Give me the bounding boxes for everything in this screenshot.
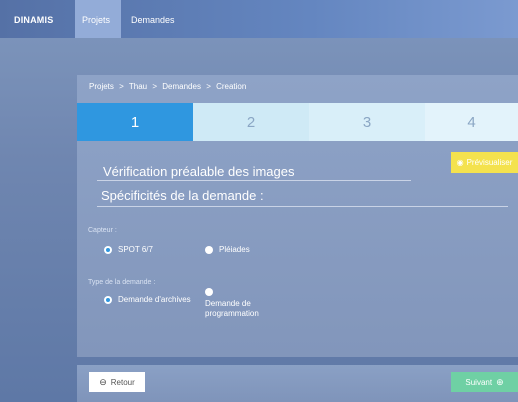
- step-3[interactable]: 3: [309, 103, 425, 141]
- creation-panel: Projets > Thau > Demandes > Creation 1 2…: [77, 75, 518, 357]
- breadcrumb-thau[interactable]: Thau: [129, 82, 147, 91]
- arrow-right-circle-icon: ⊕: [496, 376, 504, 387]
- breadcrumb: Projets > Thau > Demandes > Creation: [89, 82, 249, 91]
- radio-unselected-icon[interactable]: [205, 246, 213, 254]
- breadcrumb-separator: >: [206, 82, 211, 91]
- breadcrumb-separator: >: [119, 82, 124, 91]
- next-button[interactable]: Suivant ⊕: [451, 372, 518, 392]
- footer-bar: ⊖ Retour Suivant ⊕: [77, 365, 518, 402]
- next-button-label: Suivant: [465, 377, 493, 387]
- type-option-programmation[interactable]: Demande de programmation: [205, 287, 275, 319]
- breadcrumb-projets[interactable]: Projets: [89, 82, 114, 91]
- radio-selected-icon[interactable]: [104, 296, 112, 304]
- nav-projets[interactable]: Projets: [75, 0, 121, 38]
- breadcrumb-creation: Creation: [216, 82, 247, 91]
- step-4[interactable]: 4: [425, 103, 518, 141]
- type-option-programmation-label: Demande de programmation: [205, 299, 259, 318]
- subsection-title: Spécificités de la demande :: [101, 188, 264, 203]
- capteur-option-spot[interactable]: SPOT 6/7: [104, 245, 153, 254]
- nav-demandes-label: Demandes: [131, 15, 175, 25]
- arrow-left-circle-icon: ⊖: [99, 376, 107, 387]
- section-divider: [97, 180, 411, 181]
- radio-unselected-icon[interactable]: [205, 288, 213, 296]
- subsection-divider: [97, 206, 508, 207]
- capteur-option-pleiades-label: Pléiades: [219, 245, 250, 254]
- capteur-label: Capteur :: [88, 227, 117, 234]
- step-indicator: 1 2 3 4: [77, 103, 518, 141]
- breadcrumb-demandes[interactable]: Demandes: [162, 82, 201, 91]
- type-label: Type de la demande :: [88, 279, 156, 286]
- nav-projets-label: Projets: [82, 15, 111, 25]
- back-button-label: Retour: [110, 377, 135, 387]
- type-option-archives[interactable]: Demande d'archives: [104, 295, 191, 304]
- preview-button[interactable]: ◉ Prévisualiser: [451, 152, 518, 173]
- step-1[interactable]: 1: [77, 103, 193, 141]
- section-title: Vérification préalable des images: [103, 164, 295, 179]
- step-2[interactable]: 2: [193, 103, 309, 141]
- eye-icon: ◉: [456, 158, 464, 167]
- brand-logo[interactable]: DINAMIS: [14, 15, 53, 25]
- type-option-archives-label: Demande d'archives: [118, 295, 191, 304]
- breadcrumb-separator: >: [152, 82, 158, 91]
- nav-demandes[interactable]: Demandes: [128, 0, 188, 38]
- capteur-option-spot-label: SPOT 6/7: [118, 245, 153, 254]
- preview-button-label: Prévisualiser: [466, 158, 513, 167]
- back-button[interactable]: ⊖ Retour: [89, 372, 145, 392]
- top-navbar: DINAMIS Projets Demandes: [0, 0, 518, 38]
- capteur-option-pleiades[interactable]: Pléiades: [205, 245, 250, 254]
- radio-selected-icon[interactable]: [104, 246, 112, 254]
